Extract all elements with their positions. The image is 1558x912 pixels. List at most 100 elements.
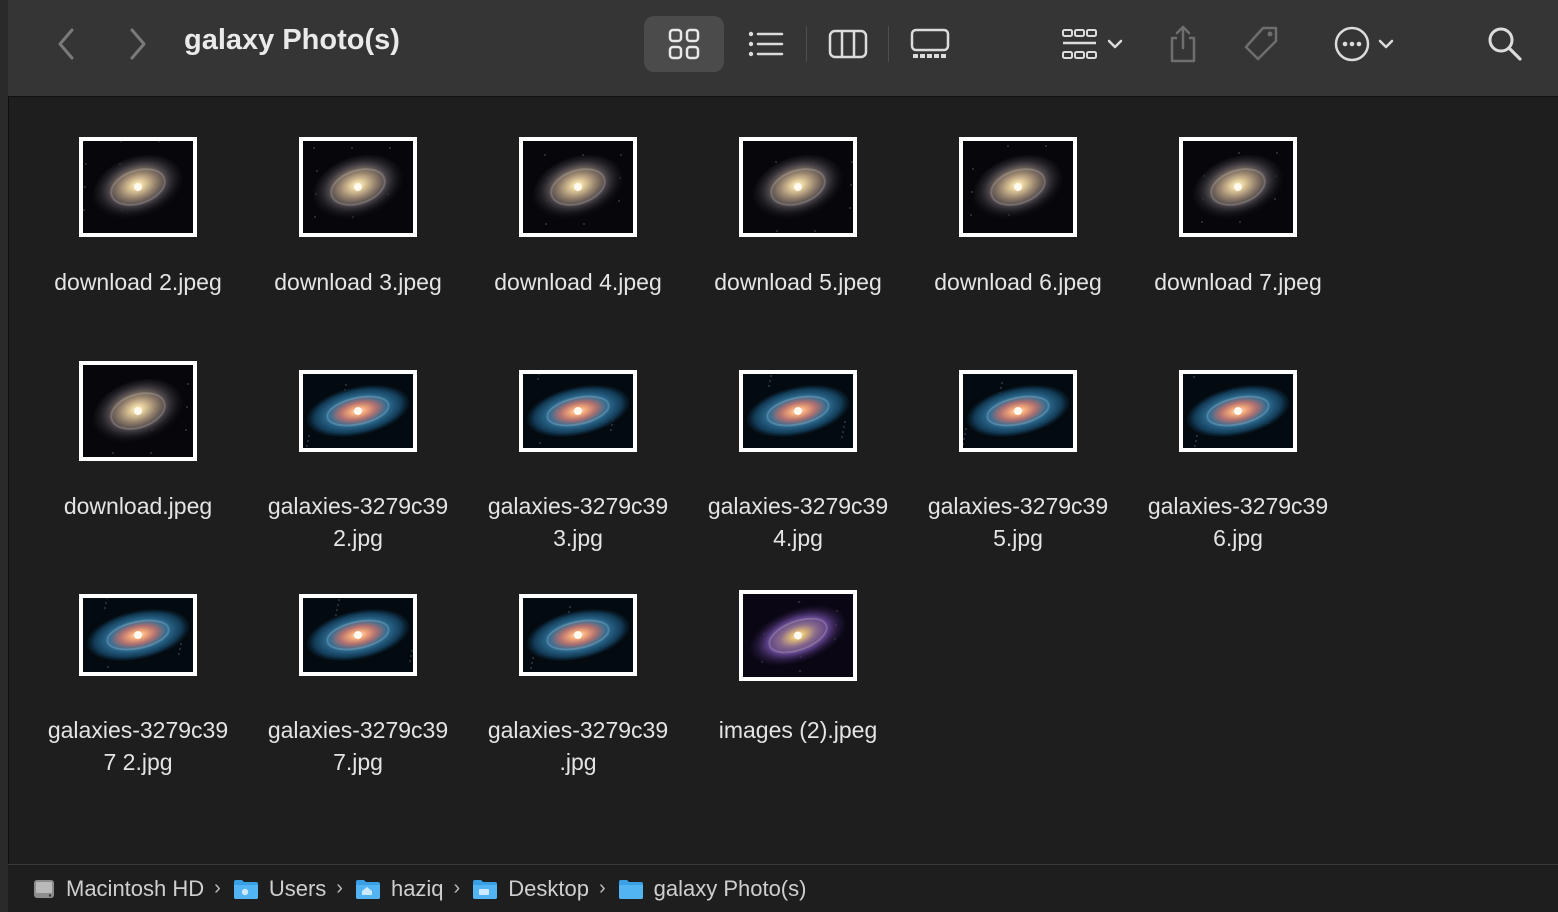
file-name: galaxies-3279c39 bbox=[267, 717, 449, 743]
file-name-line-2: .jpg bbox=[559, 749, 597, 775]
hard-drive-icon bbox=[34, 879, 54, 898]
file-name: galaxies-3279c39 bbox=[267, 493, 449, 519]
file-item[interactable]: download 6.jpeg bbox=[908, 97, 1128, 317]
galaxy-thumbnail bbox=[739, 589, 857, 681]
path-bar-label: Desktop bbox=[508, 875, 589, 901]
tag-icon bbox=[1244, 26, 1278, 61]
list-view-icon bbox=[748, 31, 784, 57]
file-item[interactable]: galaxies-3279c39 .jpg bbox=[468, 545, 688, 775]
file-name-line-2: 5.jpg bbox=[993, 525, 1043, 551]
file-item[interactable]: galaxies-3279c39 7 2.jpg bbox=[28, 545, 248, 775]
file-item[interactable]: download 7.jpeg bbox=[1128, 97, 1348, 317]
path-separator-icon: › bbox=[336, 877, 343, 899]
thumbnail-wrapper bbox=[248, 370, 468, 452]
thumbnail-wrapper bbox=[248, 137, 468, 237]
galaxy-thumbnail bbox=[739, 370, 857, 452]
home-folder-icon bbox=[355, 879, 380, 899]
gallery-view-icon bbox=[910, 28, 950, 58]
galaxy-thumbnail bbox=[79, 361, 197, 461]
search-icon bbox=[1488, 27, 1522, 61]
toolbar-divider bbox=[888, 26, 889, 62]
file-name: galaxies-3279c39 bbox=[1147, 493, 1329, 519]
galaxy-thumbnail bbox=[959, 370, 1077, 452]
users-folder-icon bbox=[233, 879, 258, 899]
path-bar-item[interactable]: haziq bbox=[355, 876, 444, 902]
forward-button[interactable] bbox=[116, 22, 156, 66]
more-actions-icon bbox=[1334, 26, 1370, 62]
galaxy-thumbnail bbox=[299, 137, 417, 237]
path-bar-label: haziq bbox=[390, 875, 444, 901]
thumbnail-wrapper bbox=[908, 370, 1128, 452]
file-item[interactable]: galaxies-3279c39 4.jpg bbox=[688, 321, 908, 551]
file-name: download 4.jpeg bbox=[494, 269, 662, 295]
file-name: download.jpeg bbox=[63, 493, 213, 519]
galaxy-thumbnail bbox=[739, 137, 857, 237]
path-bar: Macintosh HD › Users › haziq › Desktop › gal… bbox=[8, 864, 1558, 912]
file-name: galaxies-3279c39 bbox=[47, 717, 229, 743]
group-by-button[interactable] bbox=[1048, 16, 1138, 72]
file-item[interactable]: images (2).jpeg bbox=[688, 545, 908, 765]
file-item[interactable]: galaxies-3279c39 6.jpg bbox=[1128, 321, 1348, 551]
galaxy-thumbnail bbox=[1179, 137, 1297, 237]
list-view-button[interactable] bbox=[736, 16, 796, 72]
thumbnail-wrapper bbox=[468, 370, 688, 452]
toolbar-divider bbox=[806, 26, 807, 62]
file-name: images (2).jpeg bbox=[718, 717, 878, 743]
column-view-button[interactable] bbox=[818, 16, 878, 72]
galaxy-thumbnail bbox=[1179, 370, 1297, 452]
file-name: download 5.jpeg bbox=[714, 269, 882, 295]
file-name: galaxies-3279c39 bbox=[487, 493, 669, 519]
chevron-down-icon bbox=[1378, 39, 1394, 49]
galaxy-thumbnail bbox=[299, 594, 417, 676]
file-item[interactable]: galaxies-3279c39 3.jpg bbox=[468, 321, 688, 551]
gallery-view-button[interactable] bbox=[900, 16, 960, 72]
chevron-right-icon bbox=[130, 28, 146, 60]
file-item[interactable]: galaxies-3279c39 5.jpg bbox=[908, 321, 1128, 551]
galaxy-thumbnail bbox=[519, 137, 637, 237]
file-item[interactable]: download 2.jpeg bbox=[28, 97, 248, 317]
file-grid: download 2.jpeg download 3.jpeg download 4… bbox=[8, 97, 1558, 864]
path-bar-item[interactable]: galaxy Photo(s) bbox=[618, 876, 806, 902]
thumbnail-wrapper bbox=[908, 137, 1128, 237]
path-separator-icon: › bbox=[453, 877, 461, 899]
group-by-icon bbox=[1062, 29, 1097, 59]
icon-view-button[interactable] bbox=[644, 16, 724, 72]
thumbnail-wrapper bbox=[28, 137, 248, 237]
more-actions-button[interactable] bbox=[1324, 16, 1406, 72]
tag-button[interactable] bbox=[1236, 16, 1286, 72]
share-button[interactable] bbox=[1158, 16, 1208, 72]
chevron-left-icon bbox=[58, 28, 74, 60]
file-item[interactable]: download 5.jpeg bbox=[688, 97, 908, 317]
file-item[interactable]: download 3.jpeg bbox=[248, 97, 468, 317]
galaxy-thumbnail bbox=[299, 370, 417, 452]
file-name: download 6.jpeg bbox=[934, 269, 1102, 295]
toolbar: galaxy Photo(s) bbox=[8, 0, 1558, 97]
file-item[interactable]: download 4.jpeg bbox=[468, 97, 688, 317]
file-name: download 2.jpeg bbox=[54, 269, 222, 295]
path-bar-item[interactable]: Macintosh HD bbox=[32, 876, 204, 902]
chevron-down-icon bbox=[1107, 39, 1123, 49]
file-item[interactable]: download.jpeg bbox=[28, 321, 248, 541]
search-button[interactable] bbox=[1482, 16, 1528, 72]
thumbnail-wrapper bbox=[1128, 370, 1348, 452]
thumbnail-wrapper bbox=[688, 370, 908, 452]
path-separator-icon: › bbox=[214, 877, 221, 899]
thumbnail-wrapper bbox=[248, 594, 468, 676]
thumbnail-wrapper bbox=[688, 589, 908, 681]
file-item[interactable]: galaxies-3279c39 2.jpg bbox=[248, 321, 468, 551]
file-item[interactable]: galaxies-3279c39 7.jpg bbox=[248, 545, 468, 775]
file-name-line-2: 7 2.jpg bbox=[103, 749, 173, 775]
file-name-line-2: 7.jpg bbox=[333, 749, 383, 775]
thumbnail-wrapper bbox=[1128, 137, 1348, 237]
file-name: galaxies-3279c39 bbox=[707, 493, 889, 519]
path-bar-item[interactable]: Desktop bbox=[472, 876, 589, 902]
window-title: galaxy Photo(s) bbox=[184, 24, 400, 56]
column-view-icon bbox=[828, 29, 868, 59]
file-name: galaxies-3279c39 bbox=[927, 493, 1109, 519]
path-bar-item[interactable]: Users bbox=[233, 876, 326, 902]
back-button[interactable] bbox=[48, 22, 88, 66]
file-name: download 7.jpeg bbox=[1154, 269, 1322, 295]
galaxy-thumbnail bbox=[79, 137, 197, 237]
path-separator-icon: › bbox=[598, 877, 606, 899]
galaxy-thumbnail bbox=[959, 137, 1077, 237]
